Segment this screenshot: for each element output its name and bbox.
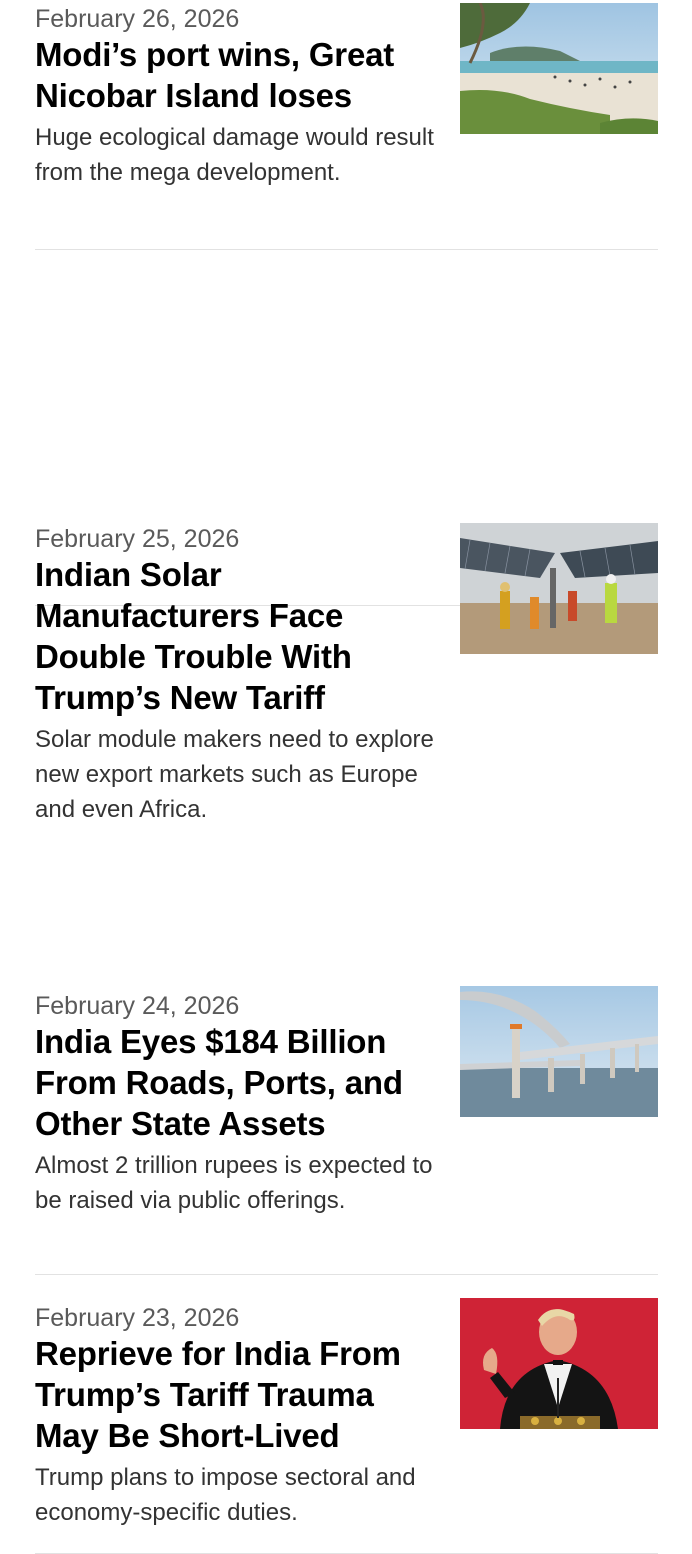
article-thumbnail-beach[interactable]: [460, 3, 658, 134]
article-thumbnail-solar[interactable]: [460, 523, 658, 654]
article-thumbnail-speaker[interactable]: [460, 1298, 658, 1429]
article-summary: Solar module makers need to explore new …: [35, 726, 434, 823]
article-summary: Huge ecological damage would result from…: [35, 124, 434, 186]
beach-photo: [460, 3, 658, 134]
article-date: February 25, 2026: [35, 525, 240, 553]
article-headline[interactable]: Indian Solar Manufacturers Face Double T…: [35, 554, 440, 718]
article-date: February 26, 2026: [35, 5, 240, 33]
solar-panels-photo: [460, 523, 658, 654]
article-date: February 24, 2026: [35, 992, 240, 1020]
article-date: February 23, 2026: [35, 1304, 240, 1332]
article-summary: Trump plans to impose sectoral and econo…: [35, 1464, 416, 1526]
article-text: February 23, 2026 Reprieve for India Fro…: [35, 1275, 440, 1530]
article-text: February 25, 2026 Indian Solar Manufactu…: [35, 250, 440, 827]
article-thumbnail-bridge[interactable]: [460, 986, 658, 1117]
article-headline[interactable]: Modi’s port wins, Great Nicobar Island l…: [35, 34, 440, 116]
article-headline[interactable]: Reprieve for India From Trump’s Tariff T…: [35, 1333, 440, 1456]
bridge-photo: [460, 986, 658, 1117]
article-card[interactable]: February 24, 2026 India Eyes $184 Billio…: [35, 961, 658, 1275]
article-card[interactable]: February 25, 2026 Indian Solar Manufactu…: [35, 250, 658, 823]
article-text: February 26, 2026 Modi’s port wins, Grea…: [35, 0, 440, 190]
article-card[interactable]: February 23, 2026 Reprieve for India Fro…: [35, 1275, 658, 1554]
article-card[interactable]: February 26, 2026 Modi’s port wins, Grea…: [35, 0, 658, 250]
article-summary: Almost 2 trillion rupees is expected to …: [35, 1152, 433, 1214]
article-headline[interactable]: India Eyes $184 Billion From Roads, Port…: [35, 1021, 440, 1144]
article-feed: February 26, 2026 Modi’s port wins, Grea…: [35, 0, 658, 1554]
article-text: February 24, 2026 India Eyes $184 Billio…: [35, 961, 440, 1218]
speaker-photo: [460, 1298, 658, 1429]
